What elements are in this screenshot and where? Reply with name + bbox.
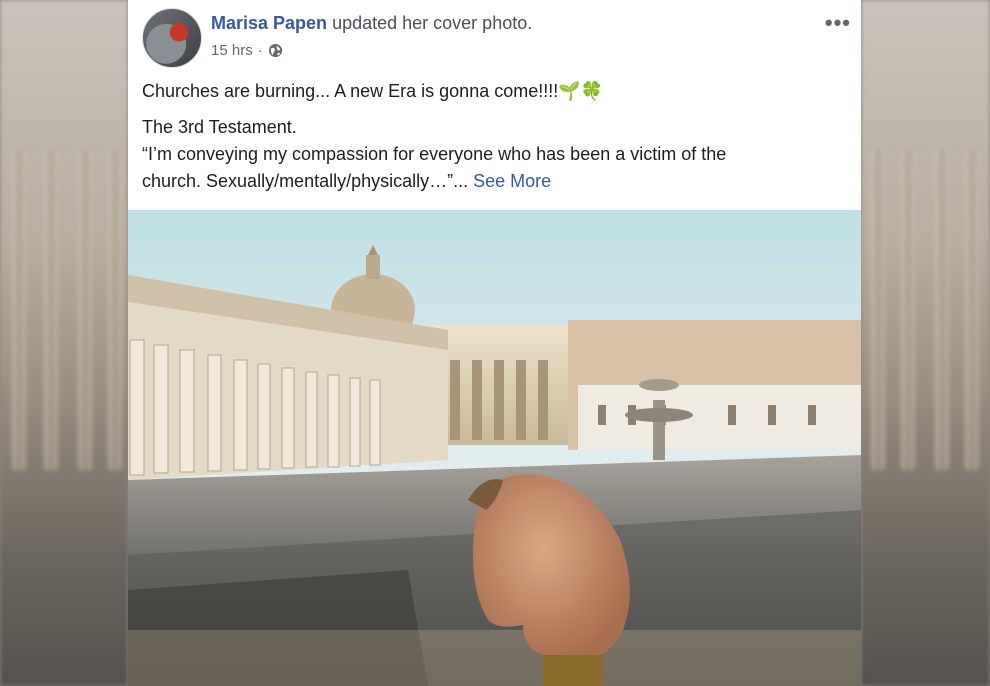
see-more-link[interactable]: See More <box>473 171 551 191</box>
more-options-icon[interactable]: ••• <box>825 10 851 36</box>
cover-photo-image <box>128 210 861 686</box>
avatar[interactable] <box>142 8 202 68</box>
post-text-line-1: Churches are burning... A new Era is gon… <box>142 81 604 101</box>
meta-separator: · <box>257 42 263 59</box>
post-text-line-4: church. Sexually/mentally/physically…”..… <box>142 171 552 191</box>
post-timestamp[interactable]: 15 hrs <box>211 42 253 59</box>
sprout-clover-emoji: 🌱🍀 <box>558 81 604 101</box>
globe-icon[interactable] <box>268 43 283 58</box>
post-text-line-3: “I’m conveying my compassion for everyon… <box>142 144 727 164</box>
post-action: updated her cover photo. <box>332 13 533 33</box>
post-text: Churches are burning... A new Era is gon… <box>142 78 842 195</box>
post-meta: 15 hrs · <box>211 42 283 59</box>
blurred-background-right <box>861 0 990 686</box>
author-name[interactable]: Marisa Papen <box>211 13 327 33</box>
post-card: Marisa Papen updated her cover photo. 15… <box>128 0 861 686</box>
cover-photo[interactable] <box>128 210 861 686</box>
post-text-line-2: The 3rd Testament. <box>142 117 297 137</box>
blurred-background-left <box>0 0 128 686</box>
post-headline: Marisa Papen updated her cover photo. <box>211 13 532 34</box>
post-header: Marisa Papen updated her cover photo. 15… <box>128 0 861 70</box>
